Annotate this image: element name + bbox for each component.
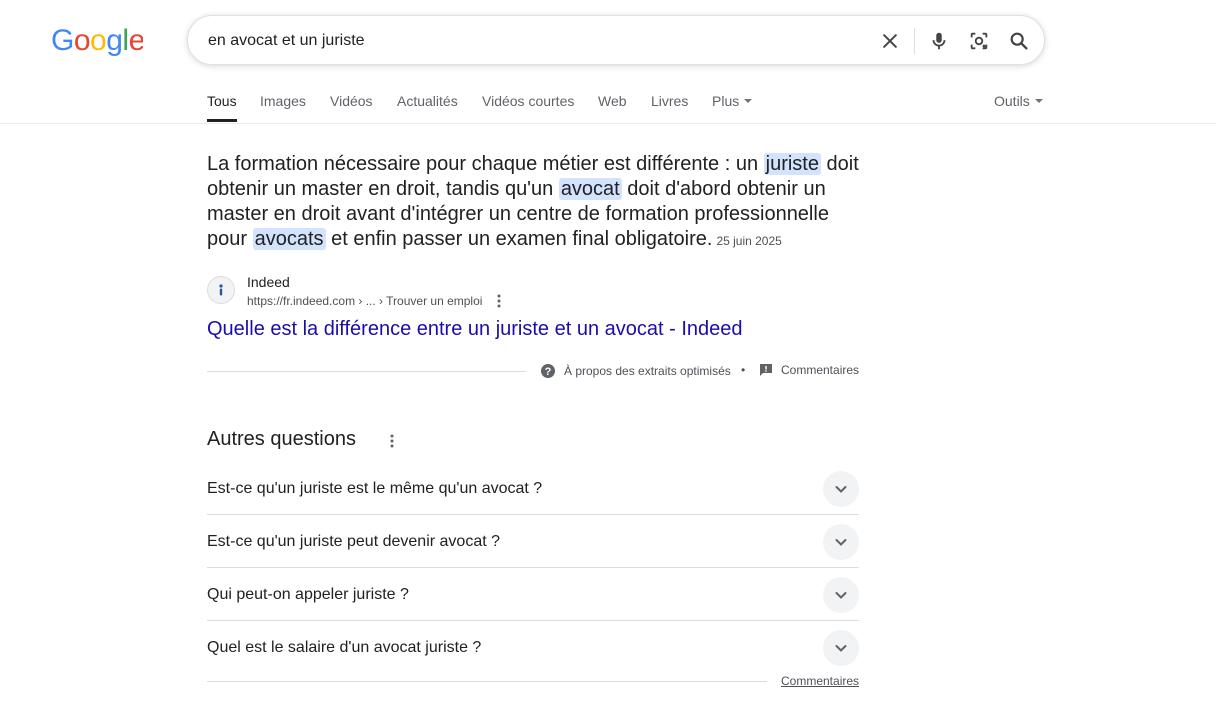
search-box	[187, 15, 1045, 65]
feedback-label: Commentaires	[781, 363, 860, 377]
snippet-text: et enfin passer un examen final obligato…	[325, 228, 713, 250]
tools-button[interactable]: Outils	[994, 93, 1043, 109]
svg-text:Google: Google	[51, 24, 143, 56]
search-tabs: Tous Images Vidéos Actualités Vidéos cou…	[0, 86, 1216, 124]
tab-videos-courtes[interactable]: Vidéos courtes	[482, 93, 574, 109]
chevron-down-icon[interactable]	[823, 577, 859, 613]
search-input[interactable]	[208, 28, 848, 54]
tab-plus-label: Plus	[712, 93, 740, 109]
feedback-button[interactable]: Commentaires	[759, 363, 859, 377]
close-icon[interactable]	[878, 29, 902, 53]
paa-title: Autres questions	[207, 428, 356, 450]
paa-list: Est-ce qu'un juriste est le même qu'un a…	[207, 462, 859, 673]
chevron-down-icon[interactable]	[823, 630, 859, 666]
search-divider	[914, 28, 915, 54]
chevron-down-icon	[744, 99, 753, 104]
tab-actualites[interactable]: Actualités	[397, 93, 458, 109]
snippet-highlight: juriste	[763, 153, 821, 175]
paa-question[interactable]: Est-ce qu'un juriste est le même qu'un a…	[207, 462, 859, 515]
feedback-icon	[760, 364, 772, 376]
tab-images[interactable]: Images	[260, 93, 306, 109]
tab-livres[interactable]: Livres	[651, 93, 688, 109]
tab-web[interactable]: Web	[598, 93, 627, 109]
source-url[interactable]: https://fr.indeed.com › ... › Trouver un…	[247, 294, 482, 308]
tools-label: Outils	[994, 93, 1030, 109]
separator-dot: •	[741, 363, 746, 377]
microphone-icon[interactable]	[927, 29, 951, 53]
paa-question-text: Est-ce qu'un juriste est le même qu'un a…	[207, 480, 543, 497]
snippet-date: 25 juin 2025	[716, 234, 782, 248]
paa-question[interactable]: Quel est le salaire d'un avocat juriste …	[207, 621, 859, 673]
snippet-text: La formation nécessaire pour chaque méti…	[207, 153, 764, 175]
tab-plus[interactable]: Plus	[712, 93, 753, 109]
google-logo[interactable]: Google	[51, 22, 145, 57]
paa-question-text: Est-ce qu'un juriste peut devenir avocat…	[207, 533, 500, 550]
indeed-favicon-icon[interactable]	[207, 276, 235, 304]
featured-snippet-text: La formation nécessaire pour chaque méti…	[207, 152, 867, 254]
paa-question[interactable]: Qui peut-on appeler juriste ?	[207, 568, 859, 621]
search-icon[interactable]	[1007, 29, 1031, 53]
source-name[interactable]: Indeed	[247, 274, 290, 290]
tab-tous[interactable]: Tous	[207, 93, 237, 109]
about-featured-snippets-button[interactable]: ? À propos des extraits optimisés	[540, 363, 731, 379]
paa-question-text: Qui peut-on appeler juriste ?	[207, 586, 409, 603]
divider	[207, 681, 767, 682]
about-label: À propos des extraits optimisés	[564, 364, 731, 378]
divider	[207, 371, 526, 372]
snippet-highlight: avocats	[252, 228, 326, 250]
help-icon: ?	[541, 364, 555, 378]
more-vert-icon[interactable]	[492, 293, 506, 309]
more-vert-icon[interactable]	[385, 432, 399, 450]
paa-feedback-link[interactable]: Commentaires	[781, 674, 859, 688]
active-tab-indicator	[207, 119, 237, 122]
chevron-down-icon	[1034, 99, 1043, 104]
chevron-down-icon[interactable]	[823, 524, 859, 560]
result-title-link[interactable]: Quelle est la différence entre un jurist…	[207, 318, 743, 341]
paa-question[interactable]: Est-ce qu'un juriste peut devenir avocat…	[207, 515, 859, 568]
tab-videos[interactable]: Vidéos	[330, 93, 373, 109]
chevron-down-icon[interactable]	[823, 471, 859, 507]
svg-text:?: ?	[545, 366, 552, 378]
camera-lens-icon[interactable]	[967, 29, 991, 53]
paa-question-text: Quel est le salaire d'un avocat juriste …	[207, 639, 482, 656]
snippet-highlight: avocat	[558, 178, 622, 200]
